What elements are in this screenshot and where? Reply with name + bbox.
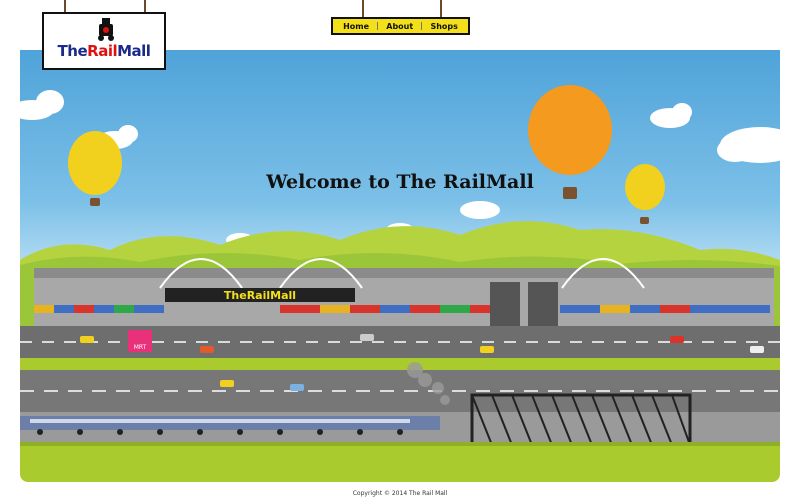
cloud <box>460 201 500 219</box>
rope <box>440 0 442 18</box>
locomotive-icon <box>98 18 114 41</box>
site-logo[interactable]: TheRailMall <box>42 12 166 70</box>
footer-copyright: Copyright © 2014 The Rail Mall <box>352 490 448 497</box>
median-grass <box>20 358 780 370</box>
balloon-yellow-left <box>68 131 122 206</box>
rope <box>362 0 364 18</box>
mall-sign: TheRailMall <box>224 289 296 302</box>
rail-mall-scene: TheRailMall MRT <box>20 85 780 482</box>
nav-shops[interactable]: Shops <box>430 22 457 31</box>
welcome-heading: Welcome to The RailMall <box>266 171 534 193</box>
nav-divider <box>377 22 379 30</box>
mall-building: TheRailMall <box>34 258 774 326</box>
nav-about[interactable]: About <box>386 22 413 31</box>
highway <box>20 370 780 412</box>
mrt-label: MRT <box>134 344 147 351</box>
cloud <box>717 127 780 163</box>
foreground-grass <box>20 442 780 482</box>
mrt-station-sign: MRT <box>128 330 152 352</box>
nav-divider <box>421 22 423 30</box>
main-nav: Home About Shops <box>331 17 470 35</box>
hero-illustration: TheRailMall MRT Welcome to The RailMall <box>20 50 780 482</box>
cloud <box>20 90 64 120</box>
nav-home[interactable]: Home <box>343 22 369 31</box>
logo-text: TheRailMall <box>57 42 151 60</box>
cloud <box>650 103 692 128</box>
